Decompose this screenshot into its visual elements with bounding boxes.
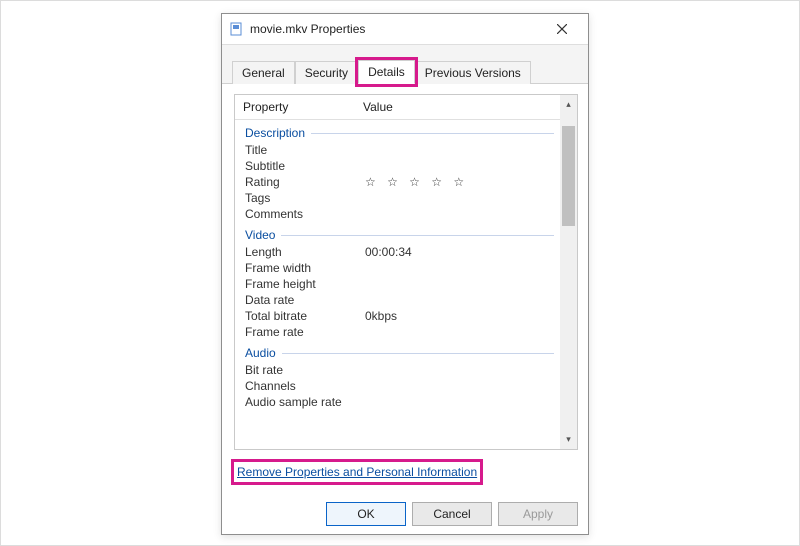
prop-frame-rate: Frame rate (235, 325, 359, 339)
tab-details[interactable]: Details (358, 60, 415, 84)
group-audio-label: Audio (245, 346, 276, 360)
window-title: movie.mkv Properties (250, 22, 544, 36)
prop-frame-height: Frame height (235, 277, 359, 291)
row-tags[interactable]: Tags (235, 190, 560, 206)
val-title (359, 143, 560, 157)
prop-subtitle: Subtitle (235, 159, 359, 173)
val-subtitle (359, 159, 560, 173)
prop-rating: Rating (235, 175, 359, 189)
row-subtitle[interactable]: Subtitle (235, 158, 560, 174)
prop-total-bitrate: Total bitrate (235, 309, 359, 323)
val-total-bitrate: 0kbps (359, 309, 560, 323)
val-data-rate (359, 293, 560, 307)
scroll-down-icon[interactable]: ▾ (560, 432, 577, 447)
tab-security[interactable]: Security (295, 61, 358, 84)
close-button[interactable] (544, 14, 580, 44)
group-video-label: Video (245, 228, 275, 242)
divider (311, 133, 554, 134)
val-rating-stars: ☆ ☆ ☆ ☆ ☆ (359, 175, 560, 189)
val-comments (359, 207, 560, 221)
val-frame-width (359, 261, 560, 275)
remove-properties-link[interactable]: Remove Properties and Personal Informati… (237, 465, 477, 479)
row-total-bitrate[interactable]: Total bitrate 0kbps (235, 308, 560, 324)
details-tab-content: Property Value Description Title Subtitl… (222, 84, 588, 484)
row-frame-width[interactable]: Frame width (235, 260, 560, 276)
ok-button[interactable]: OK (326, 502, 406, 526)
tab-general[interactable]: General (232, 61, 295, 84)
val-length: 00:00:34 (359, 245, 560, 259)
details-header: Property Value (235, 95, 560, 120)
file-icon (230, 22, 244, 36)
row-rating[interactable]: Rating ☆ ☆ ☆ ☆ ☆ (235, 174, 560, 190)
prop-title: Title (235, 143, 359, 157)
close-icon (557, 24, 567, 34)
prop-frame-width: Frame width (235, 261, 359, 275)
button-row: OK Cancel Apply (326, 502, 578, 526)
tabstrip: General Security Details Previous Versio… (222, 45, 588, 84)
details-scroll-area: Property Value Description Title Subtitl… (235, 95, 560, 449)
val-frame-rate (359, 325, 560, 339)
divider (281, 235, 554, 236)
divider (282, 353, 554, 354)
prop-bit-rate: Bit rate (235, 363, 359, 377)
row-frame-rate[interactable]: Frame rate (235, 324, 560, 340)
prop-audio-sample-rate: Audio sample rate (235, 395, 359, 409)
scrollbar-thumb[interactable] (562, 126, 575, 226)
scrollbar[interactable]: ▴ ▾ (560, 95, 577, 449)
row-length[interactable]: Length 00:00:34 (235, 244, 560, 260)
details-list: Property Value Description Title Subtitl… (234, 94, 578, 450)
row-audio-sample-rate[interactable]: Audio sample rate (235, 394, 560, 410)
row-channels[interactable]: Channels (235, 378, 560, 394)
cancel-button[interactable]: Cancel (412, 502, 492, 526)
val-audio-sample-rate (359, 395, 560, 409)
properties-dialog: movie.mkv Properties General Security De… (221, 13, 589, 535)
group-video: Video (235, 222, 560, 244)
row-bit-rate[interactable]: Bit rate (235, 362, 560, 378)
prop-data-rate: Data rate (235, 293, 359, 307)
prop-tags: Tags (235, 191, 359, 205)
row-title[interactable]: Title (235, 142, 560, 158)
column-property[interactable]: Property (235, 100, 357, 114)
row-comments[interactable]: Comments (235, 206, 560, 222)
val-channels (359, 379, 560, 393)
tab-previous-versions[interactable]: Previous Versions (415, 61, 531, 84)
group-description-label: Description (245, 126, 305, 140)
group-description: Description (235, 120, 560, 142)
canvas: movie.mkv Properties General Security De… (0, 0, 800, 546)
scroll-up-icon[interactable]: ▴ (560, 97, 577, 112)
val-tags (359, 191, 560, 205)
remove-link-highlight: Remove Properties and Personal Informati… (234, 462, 480, 482)
group-audio: Audio (235, 340, 560, 362)
prop-comments: Comments (235, 207, 359, 221)
prop-length: Length (235, 245, 359, 259)
prop-channels: Channels (235, 379, 359, 393)
val-frame-height (359, 277, 560, 291)
apply-button[interactable]: Apply (498, 502, 578, 526)
titlebar: movie.mkv Properties (222, 14, 588, 45)
column-value[interactable]: Value (357, 100, 560, 114)
row-frame-height[interactable]: Frame height (235, 276, 560, 292)
row-data-rate[interactable]: Data rate (235, 292, 560, 308)
val-bit-rate (359, 363, 560, 377)
